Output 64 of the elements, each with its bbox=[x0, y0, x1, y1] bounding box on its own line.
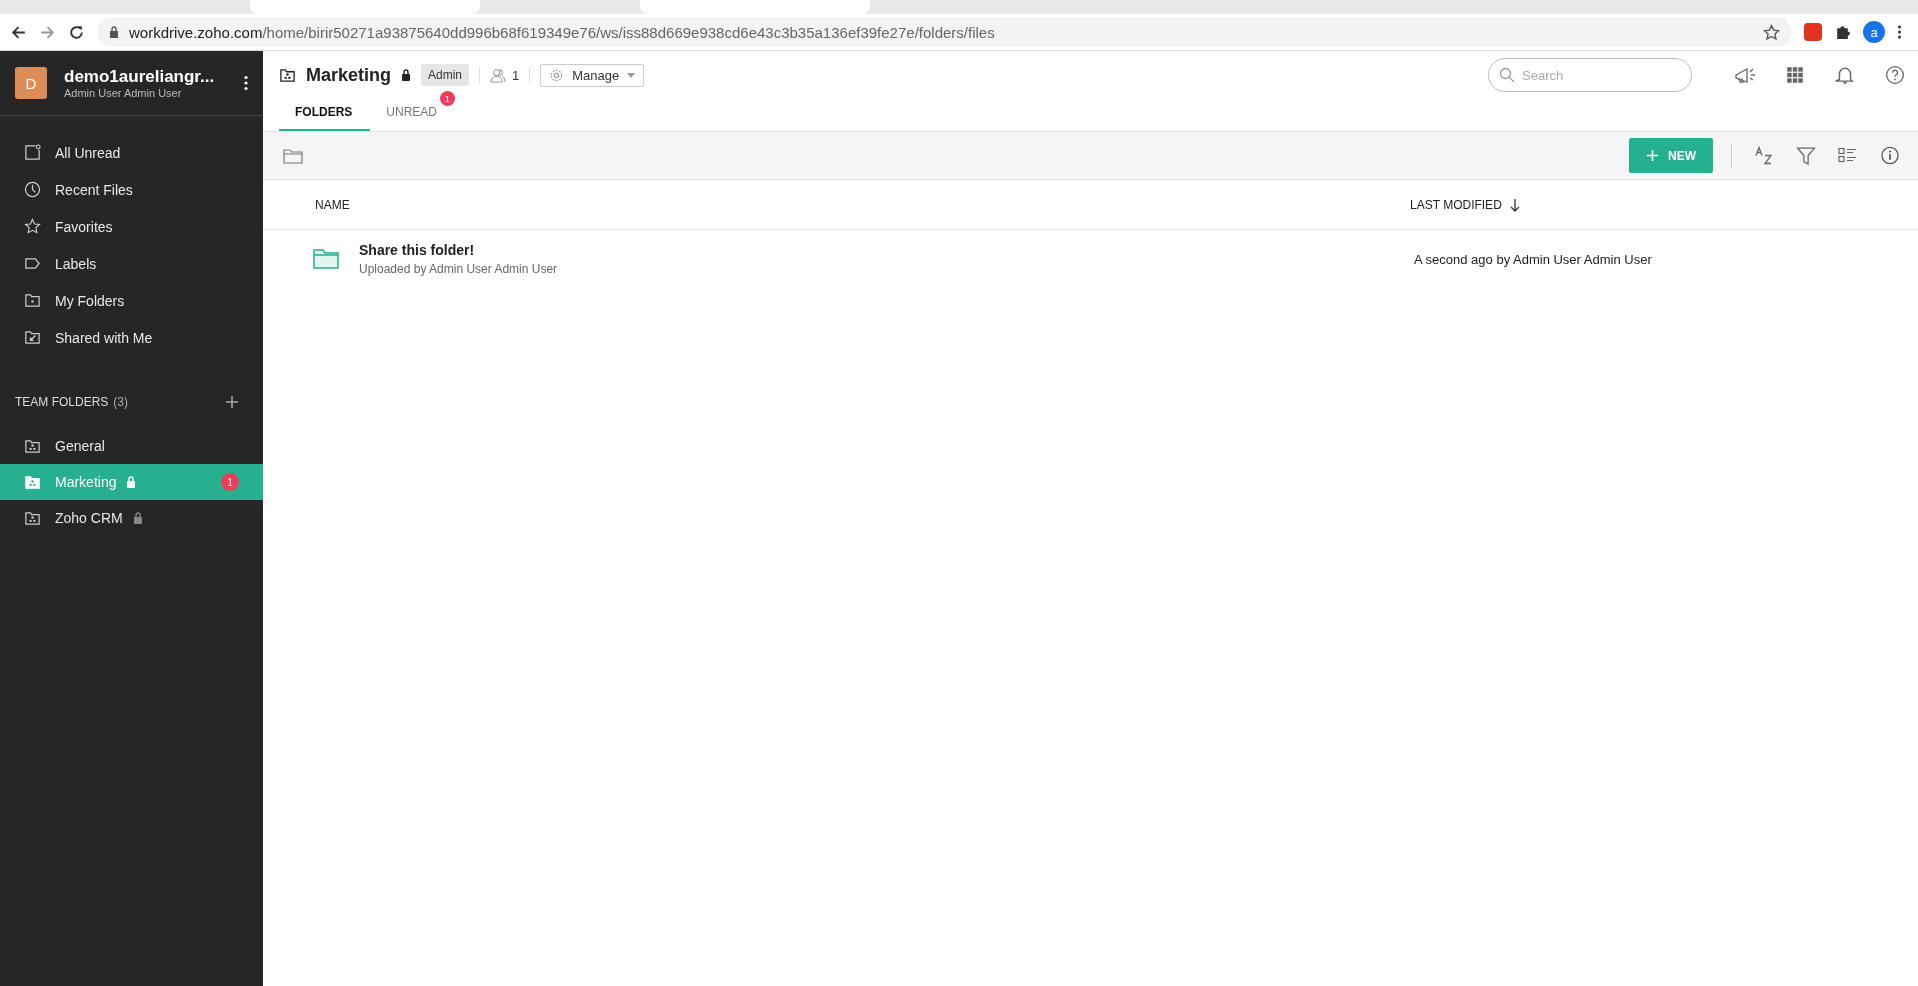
unread-icon bbox=[24, 144, 41, 161]
view-tab[interactable]: UNREAD 1 bbox=[370, 91, 455, 131]
modified-text: A second ago by Admin User Admin User bbox=[1414, 251, 1653, 267]
team-folder-icon bbox=[24, 473, 41, 491]
section-heading: TEAM FOLDERS bbox=[15, 395, 109, 409]
shared-folder-icon bbox=[24, 329, 41, 346]
folder-count: (3) bbox=[113, 395, 129, 409]
manage-dropdown[interactable]: Manage bbox=[540, 63, 645, 87]
members-icon[interactable] bbox=[490, 67, 508, 83]
file-subtitle: Uploaded by Admin User Admin User bbox=[359, 262, 559, 276]
sidebar-item[interactable]: All Unread bbox=[0, 134, 263, 171]
file-row[interactable]: Share this folder! Uploaded by Admin User Admin User A second ago by Admin User Admin User bbox=[263, 230, 1918, 288]
unread-badge: 1 bbox=[440, 91, 455, 106]
label-icon bbox=[24, 255, 41, 272]
team-folder-item[interactable]: Marketing 1 bbox=[0, 464, 263, 500]
sidebar-item[interactable]: Favorites bbox=[0, 208, 263, 245]
puzzle-icon[interactable] bbox=[1834, 23, 1851, 41]
search-icon bbox=[1499, 67, 1515, 83]
star-icon bbox=[24, 218, 41, 235]
plus-icon bbox=[1646, 149, 1659, 162]
add-icon[interactable] bbox=[225, 395, 239, 409]
sidebar-item[interactable]: My Folders bbox=[0, 282, 263, 319]
sidebar-item[interactable]: Shared with Me bbox=[0, 319, 263, 356]
megaphone-icon[interactable] bbox=[1734, 65, 1756, 85]
sort-arrow-icon[interactable] bbox=[1509, 197, 1520, 212]
help-icon[interactable] bbox=[1884, 65, 1906, 85]
info-icon[interactable] bbox=[1880, 146, 1900, 165]
sort-az-icon[interactable] bbox=[1754, 146, 1774, 165]
gear-icon bbox=[549, 67, 565, 83]
lock-icon bbox=[109, 26, 119, 38]
profile-avatar[interactable]: a bbox=[1863, 21, 1885, 43]
role-tag: Admin bbox=[421, 64, 470, 86]
caret-icon bbox=[627, 72, 636, 78]
column-header[interactable]: LAST MODIFIED bbox=[1410, 197, 1502, 212]
more-icon[interactable] bbox=[244, 75, 248, 91]
apps-grid-icon[interactable] bbox=[1784, 65, 1806, 85]
extension-icon[interactable] bbox=[1804, 23, 1822, 41]
column-header[interactable]: NAME bbox=[315, 197, 1410, 212]
team-folder-item[interactable]: General bbox=[0, 428, 263, 464]
folder-icon bbox=[24, 292, 41, 309]
address-bar[interactable]: workdrive.zoho.com/home/birir50271a93875640dd996b68f619349e76/ws/iss88d669e938cd6e43c3b35a136ef39fe27e/folders/files bbox=[97, 17, 1792, 47]
sidebar-item[interactable]: Labels bbox=[0, 245, 263, 282]
bookmark-star-icon[interactable] bbox=[1763, 23, 1780, 41]
file-name[interactable]: Share this folder! bbox=[359, 242, 1414, 258]
account-subtitle: Admin User Admin User bbox=[64, 87, 183, 99]
bell-icon[interactable] bbox=[1834, 65, 1856, 85]
account-name[interactable]: demo1aureliangr... bbox=[64, 67, 227, 87]
folder-icon[interactable] bbox=[283, 147, 303, 164]
folder-icon bbox=[313, 249, 339, 269]
reload-icon[interactable] bbox=[68, 23, 85, 41]
filter-icon[interactable] bbox=[1796, 146, 1816, 165]
sidebar-item[interactable]: Recent Files bbox=[0, 171, 263, 208]
team-folder-icon bbox=[24, 437, 41, 455]
more-icon[interactable] bbox=[1897, 24, 1902, 40]
search-field[interactable]: Search bbox=[1488, 58, 1692, 92]
url-text: workdrive.zoho.com/home/birir50271a93875640dd996b68f619349e76/ws/iss88d669e938cd6e43c3b35a136ef39fe27e/folders/files bbox=[129, 23, 995, 41]
folder-title: Marketing bbox=[306, 64, 392, 86]
team-folder-icon bbox=[279, 66, 296, 84]
view-options-icon[interactable] bbox=[1838, 146, 1858, 165]
team-folder-icon bbox=[24, 509, 41, 527]
clock-icon bbox=[24, 181, 41, 198]
member-count[interactable]: 1 bbox=[512, 67, 520, 83]
team-folder-item[interactable]: Zoho CRM bbox=[0, 500, 263, 536]
unread-badge: 1 bbox=[221, 473, 239, 491]
